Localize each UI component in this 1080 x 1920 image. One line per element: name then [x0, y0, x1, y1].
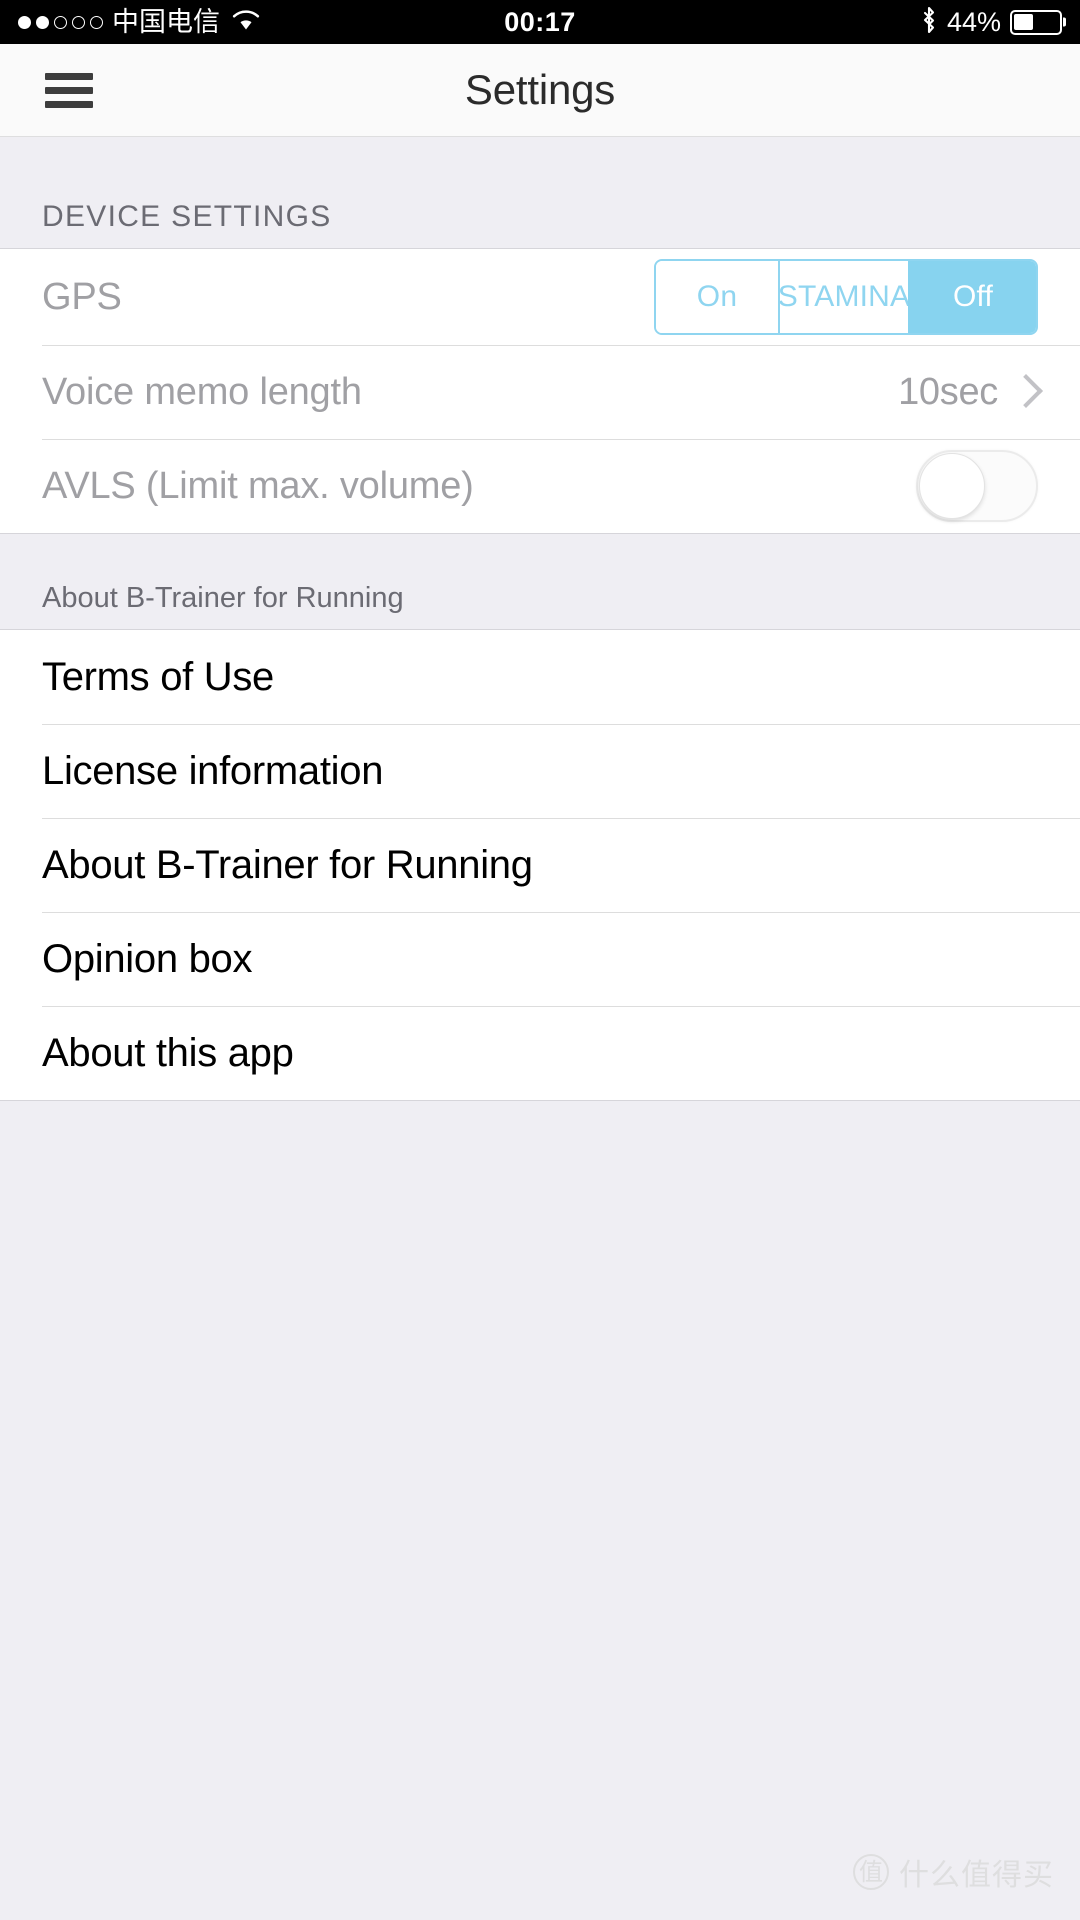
hamburger-menu-icon[interactable]	[45, 72, 93, 108]
row-voice-memo-length[interactable]: Voice memo length 10sec	[0, 345, 1080, 439]
section-header-device-settings: DEVICE SETTINGS	[0, 137, 1080, 249]
avls-toggle-knob	[919, 453, 985, 519]
list-item-label: Terms of Use	[42, 654, 275, 699]
list-item-label: Opinion box	[42, 936, 253, 981]
row-voice-memo-label: Voice memo length	[42, 370, 362, 413]
app-screen: 中国电信 00:17 44% Settings DEVICE SETTINGS …	[0, 0, 1080, 1920]
list-item-terms-of-use[interactable]: Terms of Use	[0, 630, 1080, 724]
row-avls-label: AVLS (Limit max. volume)	[42, 464, 474, 507]
gps-segmented-control[interactable]: On STAMINA Off	[654, 259, 1038, 335]
section-header-about: About B-Trainer for Running	[0, 534, 1080, 630]
gps-segment-stamina[interactable]: STAMINA	[778, 261, 910, 333]
watermark: 值 什么值得买	[853, 1850, 1054, 1894]
chevron-right-icon	[1014, 376, 1032, 408]
list-item-label: About B-Trainer for Running	[42, 842, 533, 887]
about-list: Terms of Use License information About B…	[0, 630, 1080, 1101]
list-item-about-b-trainer[interactable]: About B-Trainer for Running	[0, 818, 1080, 912]
row-avls[interactable]: AVLS (Limit max. volume)	[0, 439, 1080, 533]
voice-memo-value: 10sec	[898, 370, 998, 413]
battery-icon	[1010, 9, 1062, 35]
list-item-label: License information	[42, 748, 384, 793]
device-settings-list: GPS On STAMINA Off Voice memo length 10s…	[0, 249, 1080, 534]
list-item-license-information[interactable]: License information	[0, 724, 1080, 818]
gps-segment-off[interactable]: Off	[908, 261, 1036, 333]
list-item-opinion-box[interactable]: Opinion box	[0, 912, 1080, 1006]
status-bar: 中国电信 00:17 44%	[0, 0, 1080, 44]
watermark-text: 什么值得买	[899, 1858, 1054, 1893]
row-gps[interactable]: GPS On STAMINA Off	[0, 249, 1080, 345]
page-title: Settings	[464, 66, 616, 113]
avls-toggle-switch[interactable]	[916, 450, 1038, 522]
status-bar-time: 00:17	[504, 6, 576, 37]
navigation-bar: Settings	[0, 44, 1080, 137]
empty-area	[0, 1101, 1080, 1920]
gps-segment-on[interactable]: On	[656, 261, 778, 333]
list-item-about-this-app[interactable]: About this app	[0, 1006, 1080, 1100]
watermark-logo-icon: 值	[853, 1854, 889, 1890]
list-item-label: About this app	[42, 1030, 294, 1075]
row-gps-label: GPS	[42, 275, 122, 318]
